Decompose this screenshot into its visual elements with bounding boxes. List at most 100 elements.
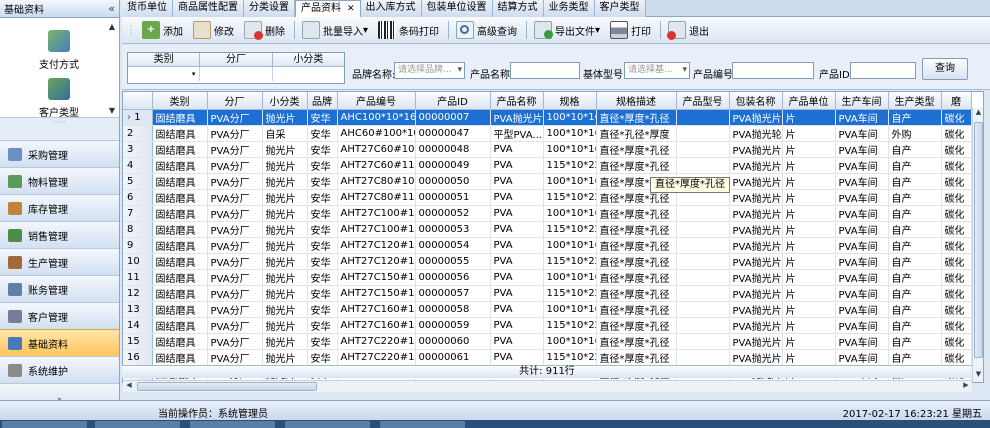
- table-cell[interactable]: 抛光片: [262, 141, 308, 158]
- print-button[interactable]: 打印: [606, 19, 655, 42]
- table-cell[interactable]: [676, 125, 730, 142]
- table-cell[interactable]: 抛光片: [262, 269, 308, 286]
- table-cell[interactable]: AHT27C100#10...: [337, 205, 416, 222]
- product-id-input[interactable]: [850, 62, 916, 79]
- table-cell[interactable]: 抛光片: [262, 333, 308, 350]
- table-cell[interactable]: 固结磨具: [152, 317, 208, 334]
- table-cell[interactable]: AHT27C160#11...: [337, 317, 416, 334]
- nav-item-stock[interactable]: 库存管理: [0, 194, 119, 221]
- table-cell[interactable]: 115*10*22: [543, 221, 597, 238]
- table-cell[interactable]: PVA车间: [835, 269, 889, 286]
- table-cell[interactable]: [676, 253, 730, 270]
- table-cell[interactable]: PVA车间: [835, 109, 889, 126]
- column-header[interactable]: 小分类: [262, 92, 308, 110]
- category-filter-cell[interactable]: ▾: [128, 67, 201, 81]
- column-header[interactable]: 品牌: [307, 92, 338, 110]
- table-cell[interactable]: 直径*厚度*孔径: [596, 285, 677, 302]
- table-cell[interactable]: 固结磨具: [152, 141, 208, 158]
- table-row[interactable]: 16固结磨具PVA分厂抛光片安华AHT27C220#11...00000061P…: [123, 349, 972, 366]
- table-cell[interactable]: 115*10*22: [543, 349, 597, 366]
- table-cell[interactable]: PVA分厂: [207, 285, 263, 302]
- exit-button[interactable]: 退出: [664, 19, 713, 42]
- table-cell[interactable]: 固结磨具: [152, 269, 208, 286]
- table-cell[interactable]: 固结磨具: [152, 157, 208, 174]
- table-cell[interactable]: PVA车间: [835, 221, 889, 238]
- table-cell[interactable]: PVA分厂: [207, 253, 263, 270]
- tab-5[interactable]: 包装单位设置: [421, 0, 493, 17]
- collapse-icon[interactable]: «: [108, 2, 115, 15]
- table-cell[interactable]: AHC100*10*16: [337, 109, 416, 126]
- scroll-down-icon[interactable]: ▼: [973, 370, 984, 382]
- table-cell[interactable]: 片: [782, 189, 836, 206]
- table-cell[interactable]: 直径*厚度*孔径: [596, 269, 677, 286]
- row-number[interactable]: 2: [123, 125, 153, 142]
- table-cell[interactable]: PVA分厂: [207, 125, 263, 142]
- table-cell[interactable]: 抛光片: [262, 157, 308, 174]
- table-cell[interactable]: AHT27C80#100...: [337, 173, 416, 190]
- table-cell[interactable]: [676, 333, 730, 350]
- nav-item-production[interactable]: 生产管理: [0, 248, 119, 275]
- scroll-right-icon[interactable]: ▶: [960, 381, 972, 392]
- table-cell[interactable]: 固结磨具: [152, 205, 208, 222]
- column-header[interactable]: 分厂: [207, 92, 263, 110]
- table-cell[interactable]: 安华: [307, 221, 338, 238]
- taskbar-item[interactable]: [380, 421, 465, 428]
- table-cell[interactable]: AHC60#100*10...: [337, 125, 416, 142]
- nav-item-sales[interactable]: 销售管理: [0, 221, 119, 248]
- table-cell[interactable]: 碳化: [941, 189, 972, 206]
- table-cell[interactable]: AHT27C220#11...: [337, 349, 416, 366]
- column-header[interactable]: 产品名称: [490, 92, 544, 110]
- table-cell[interactable]: 115*10*22: [543, 157, 597, 174]
- table-cell[interactable]: PVA车间: [835, 333, 889, 350]
- table-cell[interactable]: 00000052: [415, 205, 491, 222]
- table-cell[interactable]: PVA分厂: [207, 173, 263, 190]
- table-cell[interactable]: PVA分厂: [207, 301, 263, 318]
- table-cell[interactable]: PVA: [490, 237, 544, 254]
- table-cell[interactable]: [676, 141, 730, 158]
- category-filter-table[interactable]: 类别 分厂 小分类 ▾: [127, 52, 345, 84]
- column-header[interactable]: 产品ID: [415, 92, 491, 110]
- table-cell[interactable]: 100*10*16: [543, 237, 597, 254]
- batch-import-button[interactable]: 批量导入 ▾: [298, 19, 372, 42]
- table-cell[interactable]: PVA抛光轮: [729, 125, 783, 142]
- table-cell[interactable]: 固结磨具: [152, 333, 208, 350]
- table-cell[interactable]: 片: [782, 285, 836, 302]
- table-cell[interactable]: 片: [782, 221, 836, 238]
- table-row[interactable]: 13固结磨具PVA分厂抛光片安华AHT27C160#10...00000058P…: [123, 301, 972, 318]
- table-cell[interactable]: 100*10*16: [543, 109, 597, 126]
- table-cell[interactable]: 自产: [888, 349, 942, 366]
- table-cell[interactable]: 115*10*22: [543, 253, 597, 270]
- row-number[interactable]: › 1: [123, 109, 153, 126]
- table-cell[interactable]: 100*10*16: [543, 205, 597, 222]
- table-cell[interactable]: 00000007: [415, 109, 491, 126]
- table-cell[interactable]: 00000047: [415, 125, 491, 142]
- table-cell[interactable]: 00000057: [415, 285, 491, 302]
- table-cell[interactable]: 100*10*16: [543, 173, 597, 190]
- table-cell[interactable]: PVA: [490, 317, 544, 334]
- table-cell[interactable]: 安华: [307, 189, 338, 206]
- column-header[interactable]: 产品型号: [676, 92, 730, 110]
- table-cell[interactable]: PVA抛光片: [729, 317, 783, 334]
- table-cell[interactable]: PVA: [490, 285, 544, 302]
- table-cell[interactable]: 自产: [888, 237, 942, 254]
- table-cell[interactable]: 自产: [888, 301, 942, 318]
- table-cell[interactable]: 直径*厚度*孔径: [596, 253, 677, 270]
- table-cell[interactable]: 自产: [888, 205, 942, 222]
- table-cell[interactable]: 100*10*16: [543, 125, 597, 142]
- table-row[interactable]: 9固结磨具PVA分厂抛光片安华AHT27C120#10...00000054PV…: [123, 237, 972, 254]
- row-number[interactable]: 7: [123, 205, 153, 222]
- table-cell[interactable]: PVA抛光片: [729, 221, 783, 238]
- chevron-down-icon[interactable]: ▾: [192, 68, 196, 81]
- table-row[interactable]: 7固结磨具PVA分厂抛光片安华AHT27C100#10...00000052PV…: [123, 205, 972, 222]
- table-cell[interactable]: 片: [782, 269, 836, 286]
- table-cell[interactable]: 碳化: [941, 349, 972, 366]
- table-cell[interactable]: 抛光片: [262, 173, 308, 190]
- table-cell[interactable]: 片: [782, 333, 836, 350]
- table-row[interactable]: 2 固结磨具PVA分厂自采安华AHC60#100*10...00000047平型P…: [123, 125, 972, 142]
- table-cell[interactable]: 自产: [888, 141, 942, 158]
- table-row[interactable]: 15固结磨具PVA分厂抛光片安华AHT27C220#10...00000060P…: [123, 333, 972, 350]
- table-cell[interactable]: 片: [782, 157, 836, 174]
- taskbar-item[interactable]: [95, 421, 180, 428]
- subcategory-filter-cell[interactable]: [273, 67, 344, 81]
- table-cell[interactable]: AHT27C150#10...: [337, 269, 416, 286]
